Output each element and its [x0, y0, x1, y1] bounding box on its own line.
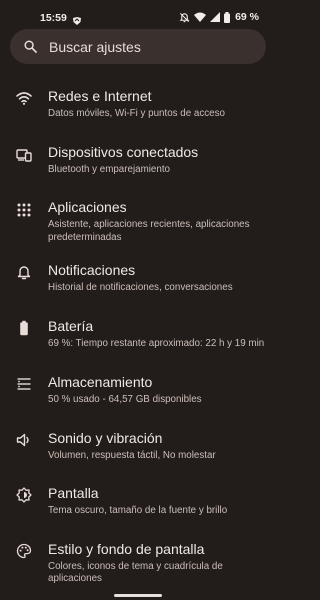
settings-item-subtitle: Volumen, respuesta táctil, No molestar	[48, 449, 216, 461]
settings-item-display[interactable]: Pantalla Tema oscuro, tamaño de la fuent…	[0, 472, 277, 528]
settings-item-subtitle: Asistente, aplicaciones recientes, aplic…	[48, 219, 250, 243]
settings-item-connected-devices[interactable]: Dispositivos conectados Bluetooth y empa…	[0, 128, 277, 184]
settings-item-network[interactable]: Redes e Internet Datos móviles, Wi-Fi y …	[0, 72, 277, 128]
wifi-status-icon	[194, 12, 207, 22]
volume-icon	[16, 432, 32, 448]
search-bar[interactable]: Buscar ajustes	[10, 29, 266, 64]
search-icon	[24, 40, 37, 53]
settings-item-subtitle: 50 % usado - 64,57 GB disponibles	[48, 394, 202, 405]
settings-item-subtitle: Historial de notificaciones, conversacio…	[48, 282, 233, 293]
settings-item-subtitle: Datos móviles, Wi-Fi y puntos de acceso	[48, 108, 225, 119]
devices-icon	[16, 147, 32, 163]
settings-item-title: Batería	[48, 317, 94, 334]
bell-off-icon	[179, 12, 190, 23]
settings-item-title: Aplicaciones	[48, 199, 127, 215]
status-time: 15:59	[40, 12, 67, 24]
apps-grid-icon	[16, 202, 32, 218]
settings-item-title: Dispositivos conectados	[48, 143, 199, 160]
wifi-icon	[16, 90, 32, 106]
brightness-icon	[16, 487, 32, 503]
battery-status-icon	[224, 11, 231, 23]
search-placeholder: Buscar ajustes	[49, 38, 141, 55]
settings-item-title: Pantalla	[48, 485, 99, 501]
settings-item-apps[interactable]: Aplicaciones Asistente, aplicaciones rec…	[0, 183, 277, 250]
settings-item-title: Almacenamiento	[48, 374, 153, 390]
settings-item-subtitle: Tema oscuro, tamaño de la fuente y brill…	[48, 505, 228, 516]
bell-icon	[16, 264, 32, 280]
settings-item-style-wallpaper[interactable]: Estilo y fondo de pantalla Colores, icon…	[0, 528, 277, 595]
settings-list: Redes e Internet Datos móviles, Wi-Fi y …	[0, 72, 277, 595]
storage-icon	[16, 376, 32, 392]
battery-percentage: 69 %	[235, 11, 259, 23]
settings-item-title: Sonido y vibración	[48, 429, 163, 446]
settings-item-subtitle: Colores, iconos de tema y cuadrícula de …	[48, 560, 223, 585]
settings-item-title: Estilo y fondo de pantalla	[48, 540, 205, 557]
settings-item-subtitle: Bluetooth y emparejamiento	[48, 163, 170, 175]
signal-icon	[210, 12, 221, 22]
settings-item-subtitle: 69 %: Tiempo restante aproximado: 22 h y…	[48, 337, 265, 349]
settings-item-notifications[interactable]: Notificaciones Historial de notificacion…	[0, 250, 277, 306]
status-icons: 69 %	[179, 11, 259, 23]
shield-icon	[72, 13, 82, 25]
home-gesture-bar[interactable]	[114, 594, 162, 597]
settings-item-title: Redes e Internet	[48, 88, 152, 104]
battery-icon	[16, 320, 32, 336]
settings-item-battery[interactable]: Batería 69 %: Tiempo restante aproximado…	[0, 306, 277, 362]
settings-item-storage[interactable]: Almacenamiento 50 % usado - 64,57 GB dis…	[0, 361, 277, 417]
settings-item-sound[interactable]: Sonido y vibración Volumen, respuesta tá…	[0, 417, 277, 473]
palette-icon	[16, 543, 32, 559]
settings-item-title: Notificaciones	[48, 262, 136, 278]
